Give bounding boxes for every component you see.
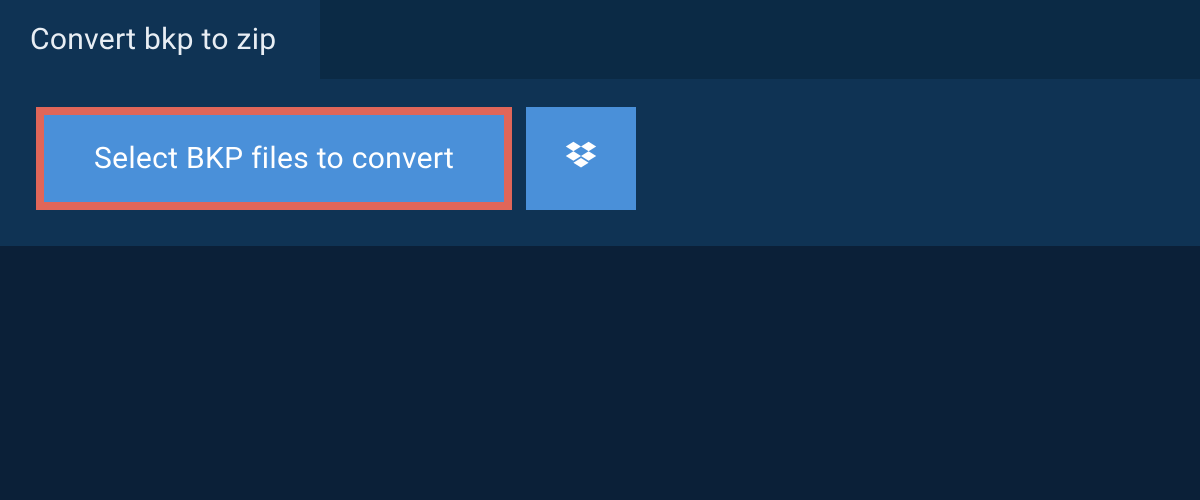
converter-panel: Select BKP files to convert	[0, 79, 1200, 246]
tab-label: Convert bkp to zip	[30, 22, 276, 57]
dropbox-icon	[562, 138, 600, 180]
tab-bar: Convert bkp to zip	[0, 0, 1200, 79]
tab-convert[interactable]: Convert bkp to zip	[0, 0, 320, 79]
select-files-label: Select BKP files to convert	[94, 141, 454, 176]
dropbox-button[interactable]	[526, 107, 636, 210]
select-files-button[interactable]: Select BKP files to convert	[36, 107, 512, 210]
